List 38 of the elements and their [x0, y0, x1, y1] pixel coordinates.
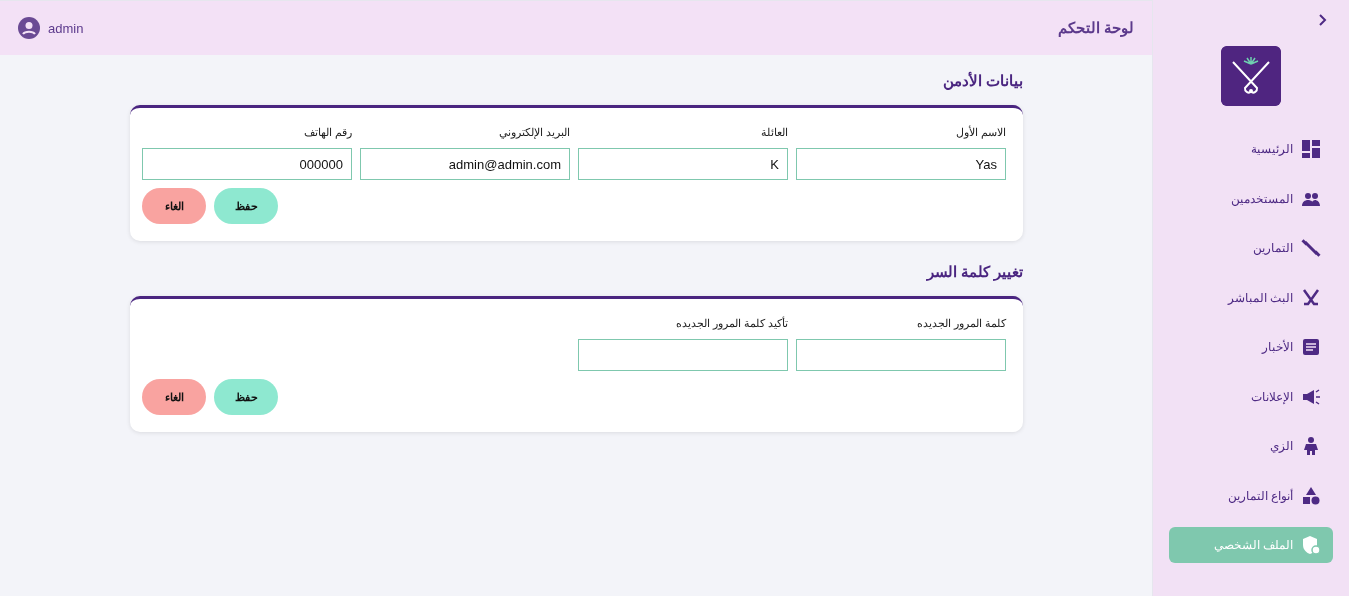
field-label: رقم الهاتف [303, 126, 352, 139]
shield-icon [1301, 535, 1321, 555]
page-title: لوحة التحكم [1057, 19, 1134, 37]
field-label: الاسم الأول [955, 126, 1006, 139]
cancel-button[interactable]: الغاء [142, 188, 206, 224]
cancel-button[interactable]: الغاء [142, 379, 206, 415]
sidebar-item[interactable]: الأخبار [1169, 329, 1333, 365]
sidebar-item[interactable]: الزي [1169, 428, 1333, 464]
input-field[interactable]: K [578, 148, 788, 180]
input-field[interactable]: 000000 [142, 148, 352, 180]
sidebar-item[interactable]: التمارين [1169, 230, 1333, 266]
hockey-sticks-icon [1301, 287, 1321, 308]
field-label: كلمة المرور الجديده [916, 317, 1006, 330]
section-title: تغيير كلمة السر [926, 263, 1023, 281]
chevron-icon[interactable] [1317, 13, 1329, 27]
input-field[interactable]: admin@admin.com [360, 148, 570, 180]
sidebar-item[interactable]: أنواع التمارين [1169, 477, 1333, 514]
field-label: العائلة [761, 126, 788, 139]
save-button[interactable]: حفظ [214, 379, 278, 415]
player-icon [1301, 436, 1321, 456]
logo-icon [1221, 46, 1281, 106]
megaphone-icon [1301, 386, 1321, 407]
sidebar-item[interactable]: الرئيسية [1169, 131, 1333, 167]
shapes-icon [1301, 485, 1321, 506]
field-label: تأكيد كلمة المرور الجديده [675, 317, 788, 330]
sidebar-item[interactable]: الإعلانات [1169, 378, 1333, 415]
input-field[interactable] [796, 339, 1006, 371]
sidebar-item[interactable]: المستخدمين [1169, 180, 1333, 217]
user-avatar-icon[interactable] [18, 17, 40, 39]
user-name: admin [48, 20, 84, 36]
section-title: بيانات الأدمن [942, 72, 1023, 90]
sidebar-item[interactable]: البث المباشر [1169, 279, 1333, 316]
input-field[interactable]: Yas [796, 148, 1006, 180]
save-button[interactable]: حفظ [214, 188, 278, 224]
input-field[interactable] [578, 339, 788, 371]
article-icon [1301, 337, 1321, 357]
field-label: البريد الإلكتروني [498, 126, 570, 139]
dashboard-icon [1301, 139, 1321, 159]
